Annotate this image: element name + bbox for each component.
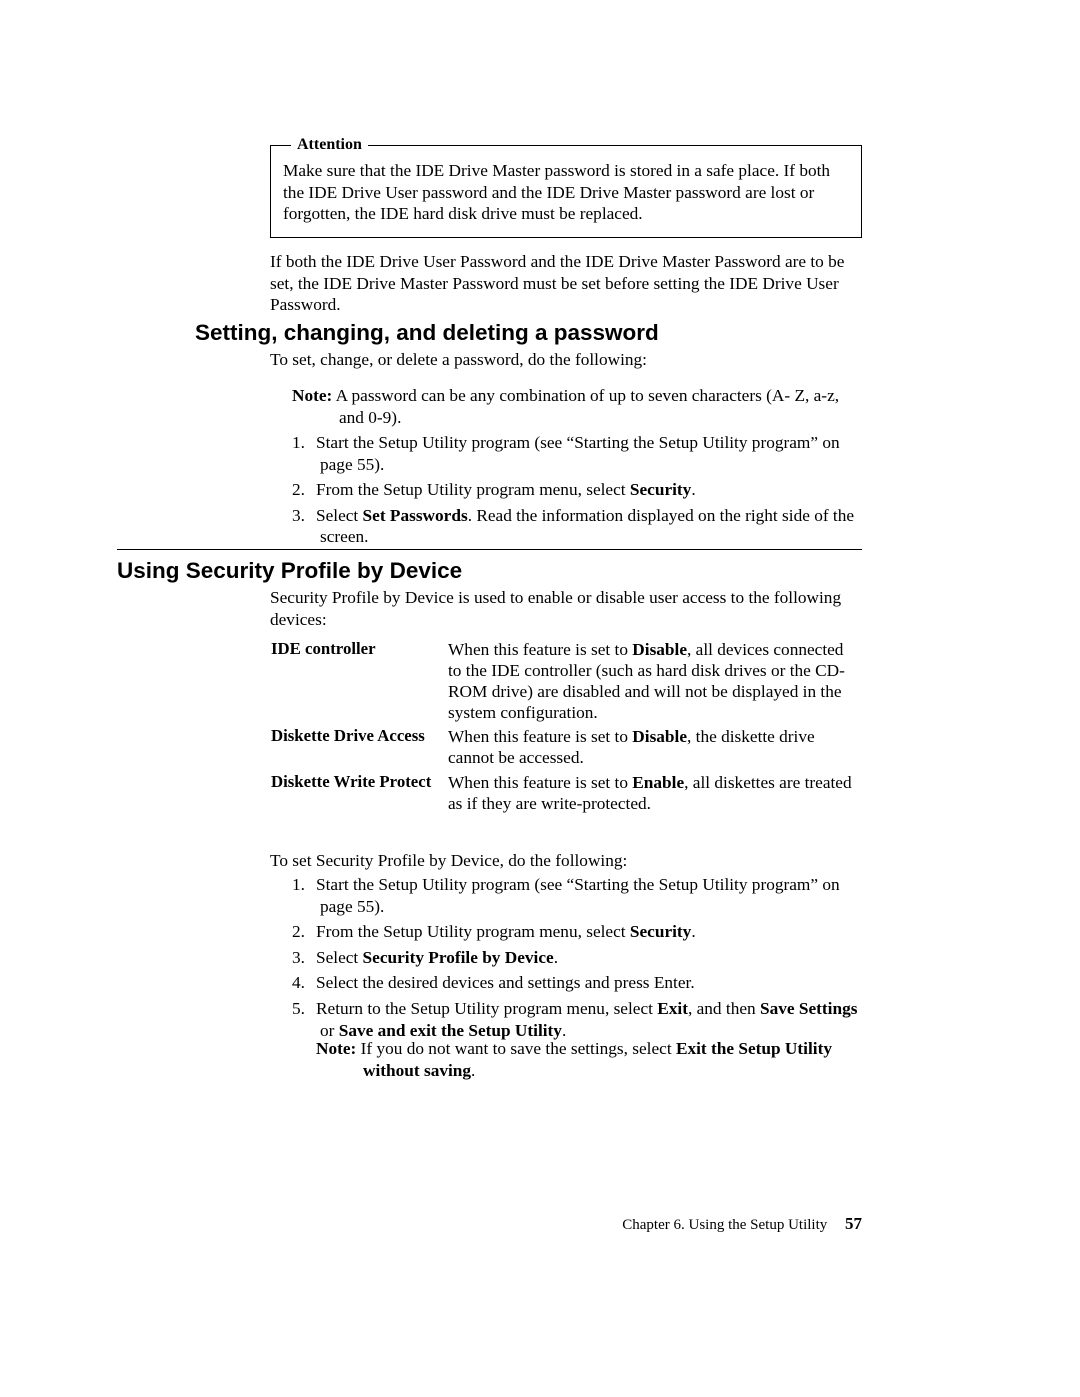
profile-step-5: 5.Return to the Setup Utility program me… bbox=[292, 998, 862, 1041]
profile-step-4: 4.Select the desired devices and setting… bbox=[292, 972, 862, 994]
table-row: Diskette Drive Access When this feature … bbox=[270, 725, 862, 770]
profile-step-1: 1.Start the Setup Utility program (see “… bbox=[292, 874, 862, 917]
paragraph-after-attention: If both the IDE Drive User Password and … bbox=[270, 251, 862, 316]
attention-box: Attention Make sure that the IDE Drive M… bbox=[270, 145, 862, 238]
heading-setting-password: Setting, changing, and deleting a passwo… bbox=[195, 320, 659, 346]
setting-step-2: 2.From the Setup Utility program menu, s… bbox=[292, 479, 862, 501]
setting-step-3: 3.Select Set Passwords. Read the informa… bbox=[292, 505, 862, 548]
footer-chapter: Chapter 6. Using the Setup Utility bbox=[622, 1217, 827, 1233]
setting-note: Note: A password can be any combination … bbox=[292, 385, 862, 428]
device-desc: When this feature is set to Disable, the… bbox=[447, 725, 862, 770]
note-label: Note: bbox=[292, 386, 332, 405]
page: Attention Make sure that the IDE Drive M… bbox=[0, 0, 1080, 1397]
profile-steps-list: 1.Start the Setup Utility program (see “… bbox=[292, 874, 862, 1045]
device-label: Diskette Write Protect bbox=[270, 771, 447, 816]
setting-step-1: 1.Start the Setup Utility program (see “… bbox=[292, 432, 862, 475]
attention-body: Make sure that the IDE Drive Master pass… bbox=[283, 160, 849, 225]
to-set-profile-intro: To set Security Profile by Device, do th… bbox=[270, 850, 862, 872]
profile-note: Note: If you do not want to save the set… bbox=[316, 1038, 862, 1081]
using-intro: Security Profile by Device is used to en… bbox=[270, 587, 862, 630]
page-number: 57 bbox=[845, 1214, 862, 1233]
device-table: IDE controller When this feature is set … bbox=[270, 638, 862, 816]
attention-label: Attention bbox=[291, 136, 368, 154]
profile-step-3: 3.Select Security Profile by Device. bbox=[292, 947, 862, 969]
table-row: Diskette Write Protect When this feature… bbox=[270, 771, 862, 816]
device-desc: When this feature is set to Enable, all … bbox=[447, 771, 862, 816]
section-divider bbox=[117, 549, 862, 550]
device-label: Diskette Drive Access bbox=[270, 725, 447, 770]
setting-steps-list: 1.Start the Setup Utility program (see “… bbox=[292, 432, 862, 552]
device-desc: When this feature is set to Disable, all… bbox=[447, 638, 862, 725]
device-label: IDE controller bbox=[270, 638, 447, 725]
setting-intro: To set, change, or delete a password, do… bbox=[270, 349, 862, 371]
profile-step-2: 2.From the Setup Utility program menu, s… bbox=[292, 921, 862, 943]
table-row: IDE controller When this feature is set … bbox=[270, 638, 862, 725]
note-body: A password can be any combination of up … bbox=[332, 386, 839, 427]
heading-security-profile: Using Security Profile by Device bbox=[117, 558, 462, 584]
page-footer: Chapter 6. Using the Setup Utility 57 bbox=[0, 1214, 862, 1234]
note-label: Note: bbox=[316, 1039, 356, 1058]
